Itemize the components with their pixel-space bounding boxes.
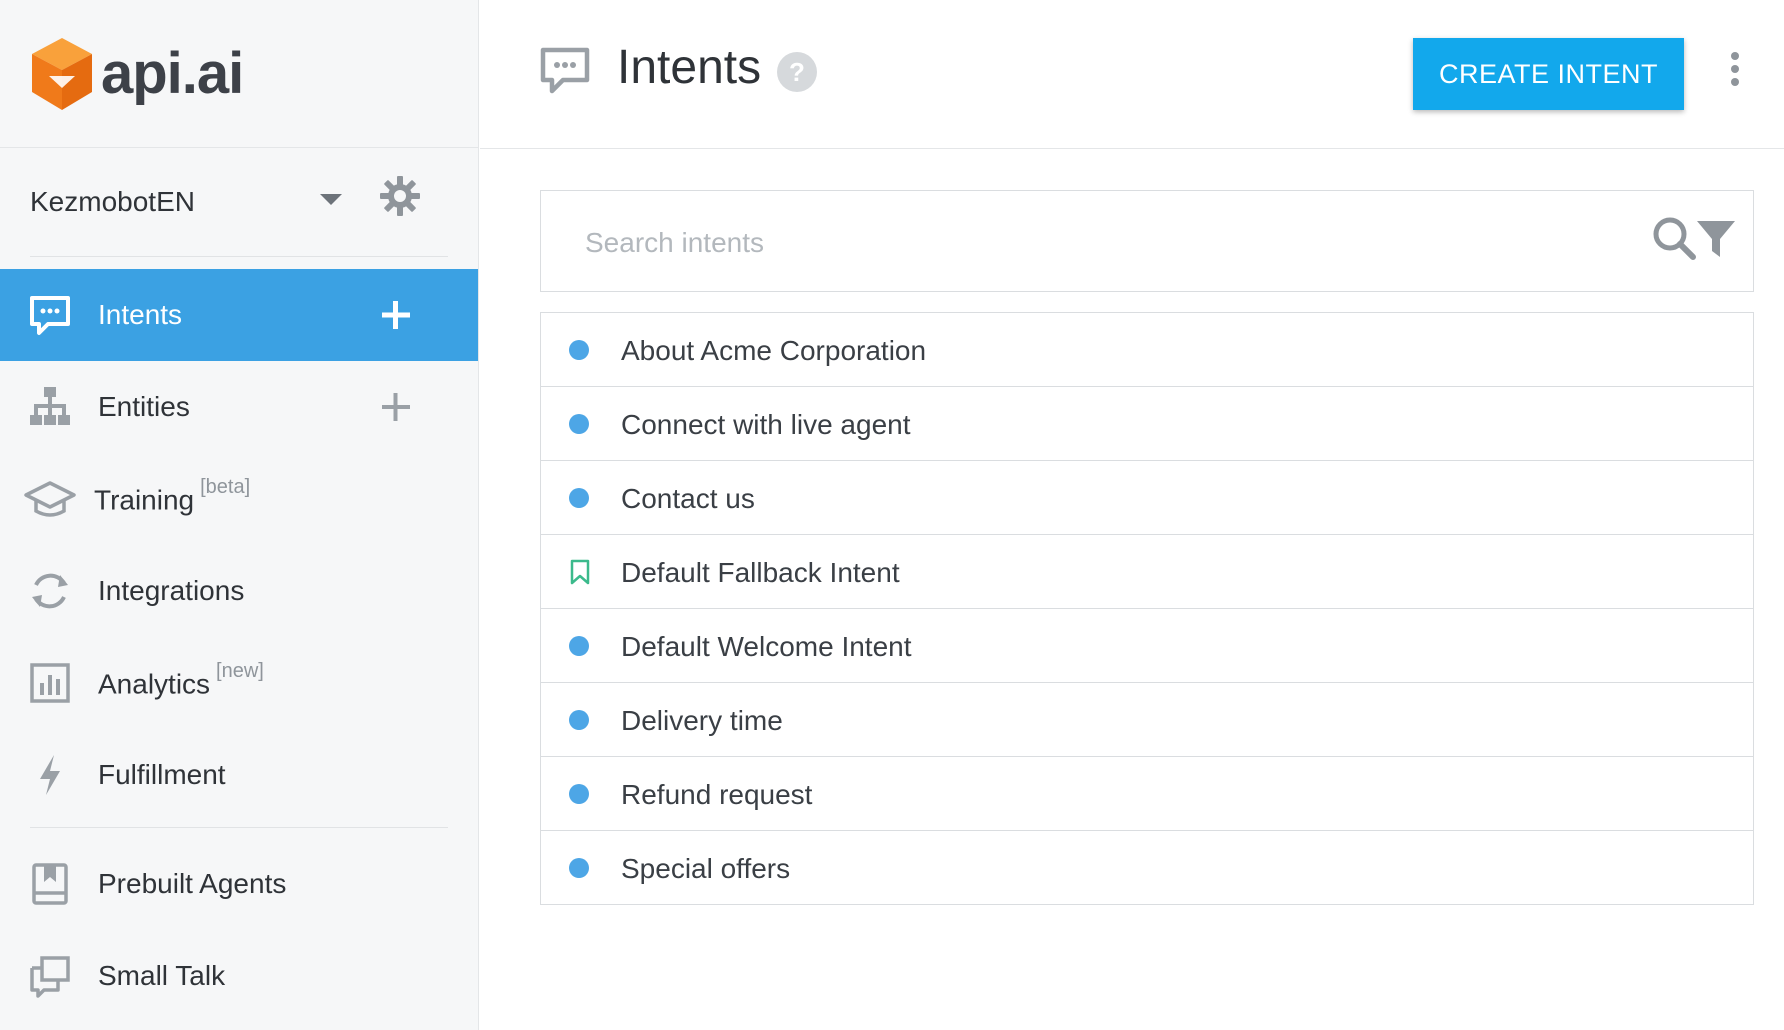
chat-windows-icon xyxy=(30,956,70,998)
intent-row[interactable]: Connect with live agent xyxy=(541,387,1753,461)
sidebar-nav: Intents Entities Training [beta] Integra… xyxy=(0,269,478,821)
sidebar-item-label: Prebuilt Agents xyxy=(98,868,287,899)
intent-status-dot xyxy=(569,488,589,508)
sidebar-item-integrations[interactable]: Integrations xyxy=(0,545,478,637)
page-header: Intents ? CREATE INTENT xyxy=(480,0,1784,149)
intent-list: About Acme Corporation Connect with live… xyxy=(540,312,1754,905)
sidebar-item-fulfillment[interactable]: Fulfillment xyxy=(0,729,478,821)
sidebar-item-intents[interactable]: Intents xyxy=(0,269,478,361)
lightning-icon xyxy=(40,755,60,795)
intent-name[interactable]: Delivery time xyxy=(621,705,783,737)
logo-area: api.ai xyxy=(0,0,478,148)
sidebar: api.ai KezmobotEN Intents Entities Train… xyxy=(0,0,479,1030)
intent-name[interactable]: Default Fallback Intent xyxy=(621,557,900,589)
sidebar-item-label: Integrations xyxy=(98,575,245,606)
add-intent-icon[interactable] xyxy=(376,295,416,335)
more-vertical-icon[interactable] xyxy=(1728,51,1742,87)
intent-row[interactable]: Delivery time xyxy=(541,683,1753,757)
intent-status-dot xyxy=(569,858,589,878)
sidebar-item-training[interactable]: Training [beta] xyxy=(0,453,478,545)
search-bar xyxy=(540,190,1754,292)
filter-icon[interactable] xyxy=(1695,217,1737,259)
intent-row[interactable]: Default Fallback Intent xyxy=(541,535,1753,609)
sidebar-item-prebuilt-agents[interactable]: Prebuilt Agents xyxy=(0,838,478,930)
intent-name[interactable]: Contact us xyxy=(621,483,755,515)
sidebar-item-label: Fulfillment xyxy=(98,759,226,790)
hierarchy-icon xyxy=(30,387,70,425)
book-icon xyxy=(32,863,68,905)
intent-row[interactable]: Default Welcome Intent xyxy=(541,609,1753,683)
gear-icon[interactable] xyxy=(378,174,422,218)
intent-name[interactable]: Refund request xyxy=(621,779,812,811)
intent-row[interactable]: Contact us xyxy=(541,461,1753,535)
intent-name[interactable]: Special offers xyxy=(621,853,790,885)
sidebar-item-label: Intents xyxy=(98,299,183,330)
add-entity-icon[interactable] xyxy=(376,387,416,427)
graduation-cap-icon xyxy=(24,481,76,517)
page-title: Intents xyxy=(617,41,762,94)
sidebar-item-label: Analytics [new] xyxy=(98,659,264,700)
search-icon[interactable] xyxy=(1651,215,1697,261)
intent-status-dot xyxy=(569,636,589,656)
sync-icon xyxy=(32,573,68,609)
search-input[interactable] xyxy=(585,221,1585,265)
chat-icon xyxy=(30,296,70,335)
intent-status-dot xyxy=(569,414,589,434)
brand-name[interactable]: api.ai xyxy=(101,40,244,107)
intent-row[interactable]: Refund request xyxy=(541,757,1753,831)
help-icon[interactable]: ? xyxy=(776,51,818,93)
intent-row[interactable]: Special offers xyxy=(541,831,1753,905)
intent-name[interactable]: Connect with live agent xyxy=(621,409,911,441)
sidebar-item-analytics[interactable]: Analytics [new] xyxy=(0,637,478,729)
intent-status-dot xyxy=(569,710,589,730)
sidebar-item-label: Entities xyxy=(98,391,190,422)
bookmark-icon xyxy=(570,559,590,585)
intent-name[interactable]: Default Welcome Intent xyxy=(621,631,912,663)
intent-status-dot xyxy=(569,340,589,360)
intent-status-dot xyxy=(569,784,589,804)
intent-name[interactable]: About Acme Corporation xyxy=(621,335,926,367)
create-intent-button[interactable]: CREATE INTENT xyxy=(1413,38,1684,110)
sidebar-item-small-talk[interactable]: Small Talk xyxy=(0,930,478,1022)
sidebar-item-label: Small Talk xyxy=(98,960,226,991)
chat-icon xyxy=(540,47,590,94)
bar-chart-icon xyxy=(30,663,70,703)
new-badge: [new] xyxy=(216,659,264,682)
intent-row[interactable]: About Acme Corporation xyxy=(541,313,1753,387)
sidebar-item-label: Training [beta] xyxy=(94,475,251,516)
api-ai-logo-icon[interactable] xyxy=(29,36,95,112)
sidebar-nav-bottom: Prebuilt Agents Small Talk xyxy=(0,838,478,1022)
svg-text:?: ? xyxy=(789,57,805,87)
agent-name[interactable]: KezmobotEN xyxy=(30,186,195,218)
chevron-down-icon[interactable] xyxy=(320,194,342,205)
beta-badge: [beta] xyxy=(200,475,251,498)
sidebar-item-entities[interactable]: Entities xyxy=(0,361,478,453)
agent-selector[interactable]: KezmobotEN xyxy=(0,148,478,256)
